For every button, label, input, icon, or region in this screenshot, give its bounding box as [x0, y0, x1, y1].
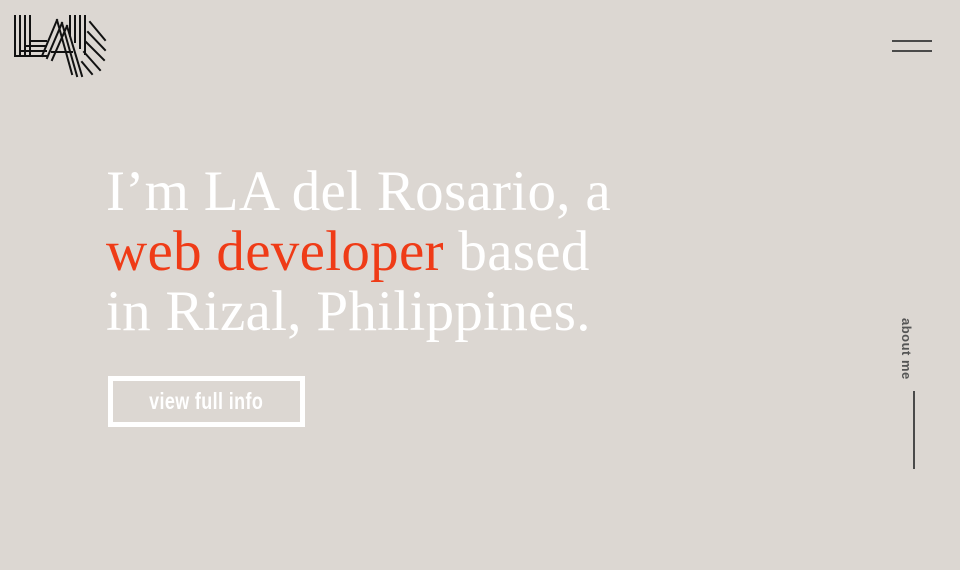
view-full-info-label: view full info — [149, 388, 264, 414]
hero-line-1: I’m LA del Rosario, a — [106, 160, 611, 223]
menu-button[interactable] — [890, 36, 934, 66]
hero-headline: I’m LA del Rosario, a web developer based… — [106, 162, 726, 342]
side-nav-line — [913, 391, 915, 469]
about-me-side-nav[interactable]: about me — [896, 316, 932, 472]
hero-line-3: in Rizal, Philippines. — [106, 280, 591, 343]
hamburger-menu-icon-bottom-bar — [892, 50, 932, 52]
page: I’m LA del Rosario, a web developer based… — [0, 0, 960, 570]
hero-highlight: web developer — [106, 220, 444, 283]
view-full-info-button[interactable]: view full info — [108, 376, 305, 427]
about-me-label: about me — [899, 318, 914, 380]
la-logo-graphic — [14, 15, 107, 78]
la-logo-icon[interactable] — [12, 12, 108, 78]
hamburger-menu-icon-top-bar — [892, 40, 932, 42]
hero-line-2-rest: based — [443, 220, 590, 283]
